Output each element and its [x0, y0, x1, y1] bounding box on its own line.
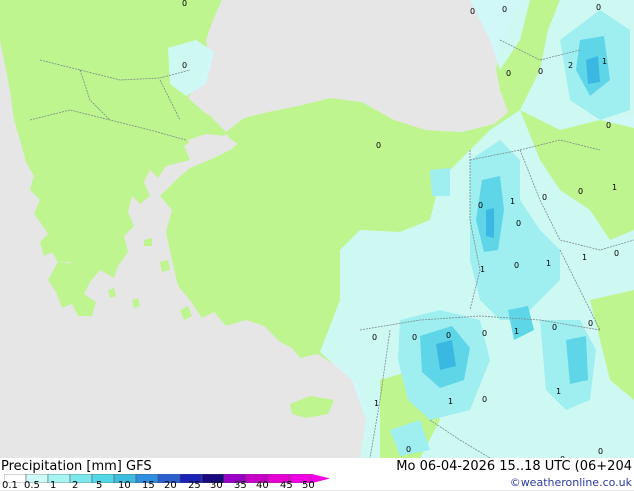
legend-panel: Precipitation [mm] GFS Mo 06-04-2026 15.…	[0, 458, 634, 491]
scale-tick-label: 1	[50, 480, 57, 491]
point-value: 0	[470, 7, 476, 16]
precip-core-1	[486, 208, 494, 238]
forecast-map-frame: 000021000001001011010001010010100000 Pre…	[0, 0, 634, 491]
forecast-datetime: Mo 06-04-2026 15..18 UTC (06+204	[396, 459, 632, 474]
point-value: 0	[606, 121, 612, 130]
scale-tick-label: 5	[96, 480, 103, 491]
point-value: 1	[612, 183, 618, 192]
scale-tick-label: 45	[280, 480, 293, 491]
precip-core-3	[586, 56, 600, 84]
map-title: Precipitation [mm] GFS	[1, 459, 152, 474]
point-value: 0	[182, 0, 188, 8]
color-scale-ticks: 0.1 0.5 1 2 5 10 15 20 25 30 35 40 45 50	[0, 480, 330, 491]
site-credit[interactable]: ©weatheronline.co.uk	[510, 476, 632, 489]
point-value: 0	[538, 67, 544, 76]
point-value: 1	[374, 399, 380, 408]
point-value: 1	[514, 327, 520, 336]
point-value: 0	[596, 3, 602, 12]
point-value: 0	[482, 395, 488, 404]
scale-tick-label: 2	[72, 480, 79, 491]
point-value: 0	[182, 61, 188, 70]
point-value: 0	[372, 333, 378, 342]
point-value: 1	[582, 253, 588, 262]
point-value: 0	[542, 193, 548, 202]
point-value: 0	[588, 319, 594, 328]
scale-tick-label: 50	[302, 480, 315, 491]
point-value: 1	[510, 197, 516, 206]
point-value: 0	[578, 187, 584, 196]
scale-tick-label: 40	[256, 480, 269, 491]
point-value: 1	[546, 259, 552, 268]
point-value: 0	[614, 249, 620, 258]
point-value: 1	[602, 57, 608, 66]
point-value: 2	[568, 61, 574, 70]
scale-tick-label: 15	[142, 480, 155, 491]
point-value: 0	[506, 69, 512, 78]
point-value: 1	[556, 387, 562, 396]
scale-tick-label: 0.1	[2, 480, 18, 491]
point-value: 1	[480, 265, 486, 274]
scale-tick-label: 20	[164, 480, 177, 491]
scale-tick-label: 35	[234, 480, 247, 491]
point-value: 0	[516, 219, 522, 228]
point-value: 0	[552, 323, 558, 332]
point-value: 1	[448, 397, 454, 406]
scale-tick-label: 30	[210, 480, 223, 491]
point-value: 0	[478, 201, 484, 210]
point-value: 0	[406, 445, 412, 454]
scale-tick-label: 0.5	[24, 480, 40, 491]
point-value: 0	[598, 447, 604, 456]
point-value: 0	[412, 333, 418, 342]
scale-tick-label: 25	[188, 480, 201, 491]
point-value: 0	[502, 5, 508, 14]
point-value: 0	[514, 261, 520, 270]
scale-tick-label: 10	[118, 480, 131, 491]
point-value: 0	[482, 329, 488, 338]
precip-moderate-e2	[430, 168, 450, 196]
point-value: 0	[446, 331, 452, 340]
point-value: 0	[376, 141, 382, 150]
